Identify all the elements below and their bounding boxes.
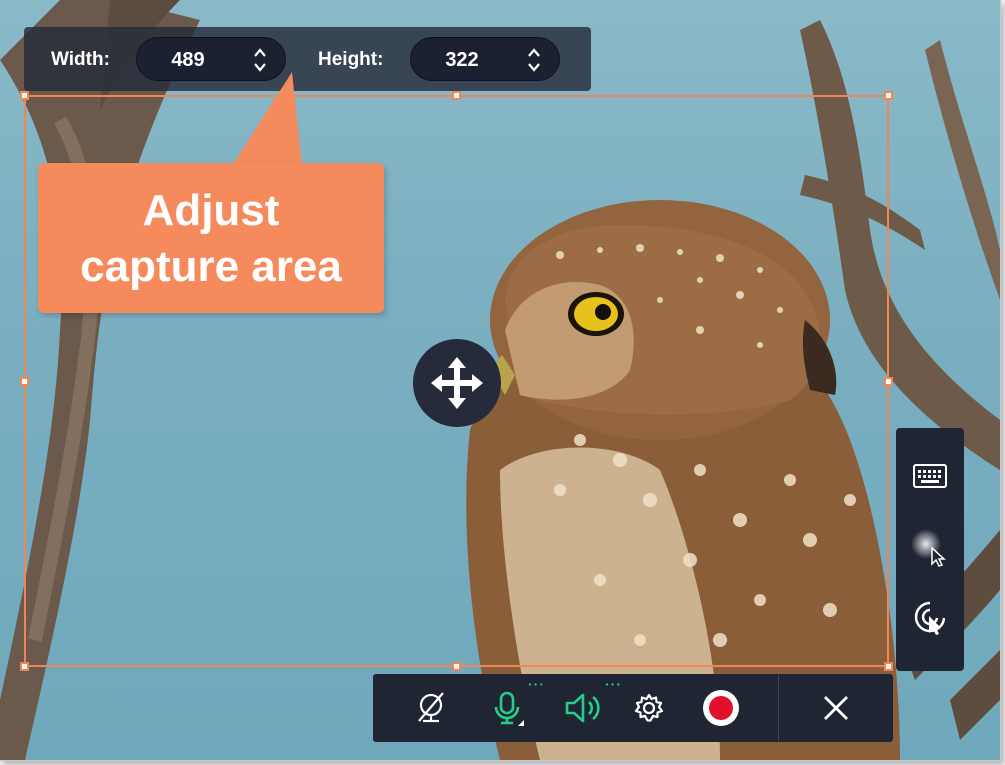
toolbar-divider <box>778 674 779 742</box>
system-audio-button[interactable] <box>563 688 603 728</box>
record-icon <box>703 690 739 726</box>
microphone-options-icon[interactable]: ··· <box>528 676 545 692</box>
microphone-button[interactable] <box>487 688 527 728</box>
click-effect-icon <box>914 601 946 635</box>
resize-handle-top[interactable] <box>452 91 461 100</box>
width-label: Width: <box>51 49 110 70</box>
speaker-icon <box>565 693 600 723</box>
height-stepper-icon[interactable] <box>527 46 541 74</box>
audio-options-icon[interactable]: ··· <box>605 676 622 692</box>
move-arrows-icon <box>431 357 483 409</box>
resize-handle-left[interactable] <box>20 377 29 386</box>
callout-pointer <box>232 72 302 166</box>
record-button[interactable] <box>701 688 741 728</box>
webcam-toggle-button[interactable] <box>411 688 451 728</box>
resize-handle-bottom-right[interactable] <box>884 662 893 671</box>
close-button[interactable] <box>816 688 856 728</box>
resize-handle-right[interactable] <box>884 377 893 386</box>
tutorial-callout: Adjust capture area <box>38 163 384 313</box>
resize-handle-top-left[interactable] <box>20 91 29 100</box>
cursor-highlight-button[interactable] <box>910 528 950 568</box>
gear-icon <box>634 693 664 722</box>
move-capture-area-button[interactable] <box>413 339 501 427</box>
height-value[interactable]: 322 <box>411 49 513 72</box>
cursor-highlight-icon <box>911 529 946 567</box>
webcam-off-icon <box>418 692 444 723</box>
height-field[interactable]: 322 <box>410 37 560 81</box>
close-icon <box>824 696 848 720</box>
resize-handle-bottom-left[interactable] <box>20 662 29 671</box>
microphone-icon <box>494 691 524 726</box>
effects-toolbar <box>896 428 964 671</box>
settings-button[interactable] <box>629 688 669 728</box>
keyboard-icon <box>913 464 947 488</box>
keystrokes-button[interactable] <box>910 456 950 496</box>
callout-line-2: capture area <box>80 242 342 291</box>
resize-handle-top-right[interactable] <box>884 91 893 100</box>
callout-line-1: Adjust <box>142 186 280 235</box>
click-effect-button[interactable] <box>910 598 950 638</box>
width-value[interactable]: 489 <box>137 49 239 72</box>
height-label: Height: <box>318 49 384 70</box>
recording-toolbar: ··· ··· <box>373 674 893 742</box>
resize-handle-bottom[interactable] <box>452 662 461 671</box>
screen-area: Width: 489 Height: 322 Adjust capture ar… <box>0 0 1001 761</box>
